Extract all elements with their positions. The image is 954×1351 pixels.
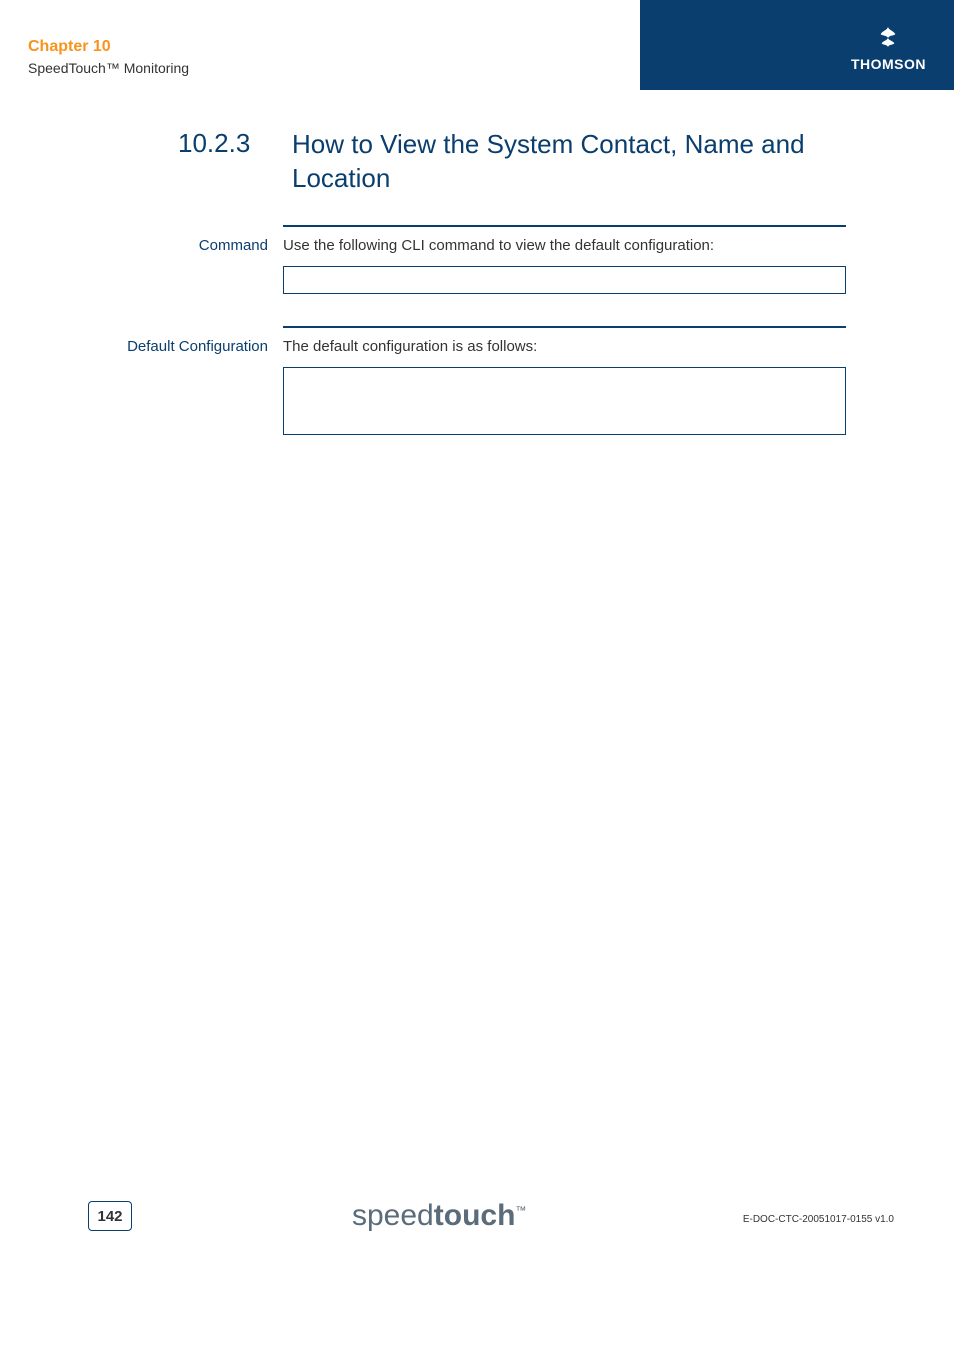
command-description: Use the following CLI command to view th… [283,237,846,254]
divider [283,326,846,328]
section-title: How to View the System Contact, Name and… [292,128,852,196]
page-number: 142 [88,1201,132,1231]
speedtouch-logo: speedtouch™ [352,1199,526,1233]
label-text: Default Configuration [127,338,268,355]
content-area: Command Use the following CLI command to… [108,225,848,467]
document-id: E-DOC-CTC-20051017-0155 v1.0 [743,1214,894,1225]
chapter-subtitle: SpeedTouch™ Monitoring [28,60,189,76]
thomson-brand-text: THOMSON [851,56,926,72]
label-default-config: Default Configuration [108,326,283,435]
label-text: Command [199,237,268,254]
default-config-description: The default configuration is as follows: [283,338,846,355]
body-col-command: Use the following CLI command to view th… [283,225,846,294]
content-row-command: Command Use the following CLI command to… [108,225,848,294]
divider [283,225,846,227]
body-col-default-config: The default configuration is as follows: [283,326,846,435]
logo-prefix: speed [352,1199,434,1232]
thomson-brand-icon [877,25,899,47]
content-row-default-config: Default Configuration The default config… [108,326,848,435]
label-command: Command [108,225,283,294]
logo-tm: ™ [515,1205,526,1217]
command-code-box [283,266,846,294]
section-number: 10.2.3 [178,128,250,159]
default-config-code-box [283,367,846,435]
thomson-logo: THOMSON [851,25,926,72]
chapter-title: Chapter 10 [28,38,111,56]
logo-bold: touch [434,1199,516,1232]
